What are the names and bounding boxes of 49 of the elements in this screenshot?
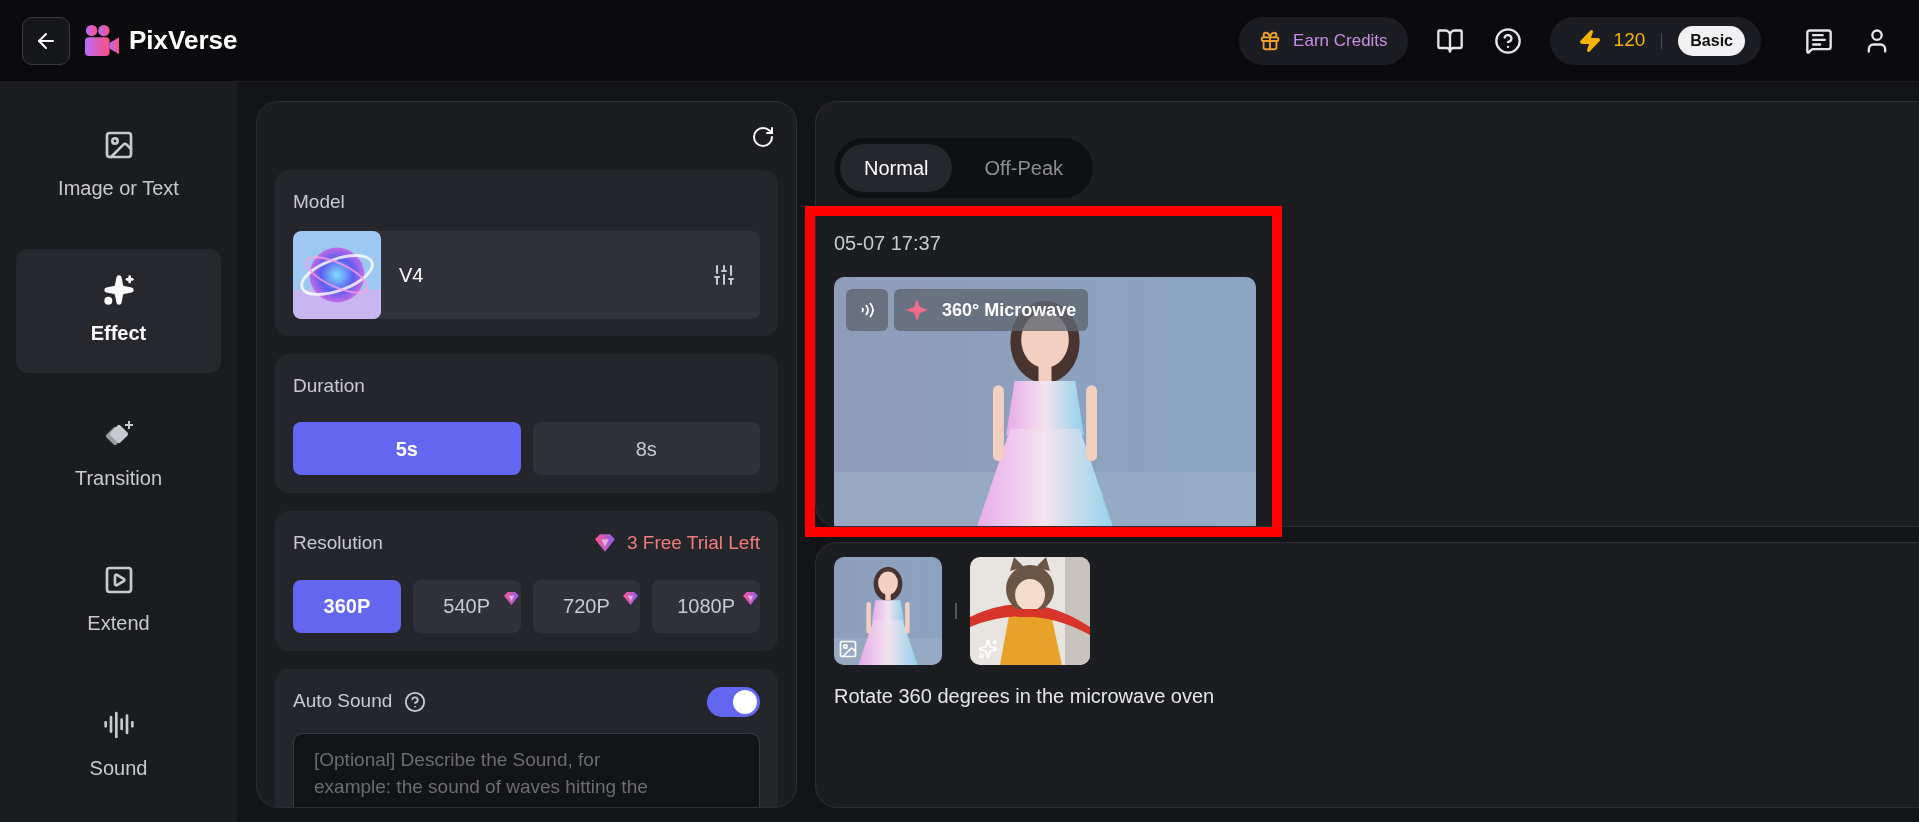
gem-icon	[503, 591, 519, 605]
sidebar-item[interactable]: Extend	[16, 539, 221, 663]
earn-credits-button[interactable]: Earn Credits	[1239, 16, 1408, 65]
sidebar-item[interactable]: Sound	[16, 684, 221, 808]
auto-sound-label: Auto Sound	[293, 689, 393, 714]
free-trial-text: 3 Free Trial Left	[626, 531, 760, 555]
gem-icon	[594, 534, 615, 553]
help-icon	[404, 690, 427, 713]
model-selector[interactable]: V4	[293, 230, 760, 319]
sound-wave-icon	[102, 709, 135, 741]
sliders-icon	[712, 262, 736, 287]
model-label: Model	[293, 190, 346, 214]
sparkle-icon	[102, 274, 135, 306]
duration-label: Duration	[293, 373, 366, 398]
help-icon	[1493, 26, 1522, 55]
auto-sound-toggle[interactable]	[707, 686, 760, 717]
sidebar-item[interactable]: Effect	[16, 249, 221, 373]
credits-pill[interactable]: 120 Basic	[1549, 16, 1761, 65]
feedback-icon	[1805, 26, 1833, 55]
resolution-label: Resolution	[293, 531, 384, 555]
sparkle-icon	[978, 639, 998, 659]
logo-text: PixVerse	[129, 24, 238, 57]
lightning-icon	[1577, 28, 1602, 53]
gem-icon	[623, 591, 639, 605]
camera-logo-icon	[83, 23, 121, 58]
refresh-icon	[751, 125, 775, 149]
generation-date: 05-07 17:37	[834, 231, 942, 256]
plan-badge: Basic	[1678, 25, 1745, 56]
resolution-option[interactable]: 720P	[532, 579, 641, 633]
resolution-option[interactable]: 360P	[293, 579, 401, 633]
sidebar-item[interactable]: Image or Text	[16, 104, 221, 228]
sound-button[interactable]	[846, 289, 888, 331]
duration-option[interactable]: 5s	[293, 422, 521, 475]
back-button[interactable]	[22, 16, 70, 65]
queue-tab[interactable]: Normal	[840, 144, 953, 192]
effect-tag: 360° Microwave	[894, 289, 1089, 331]
sidebar-item[interactable]: Transition	[16, 394, 221, 518]
resolution-option[interactable]: 540P	[412, 579, 521, 633]
book-icon	[1435, 26, 1464, 55]
duration-option[interactable]: 8s	[532, 422, 760, 475]
gift-icon	[1259, 29, 1282, 52]
sparkle-icon	[906, 298, 930, 322]
credits-count: 120	[1613, 28, 1646, 53]
prompt-text: Rotate 360 degrees in the microwave oven	[834, 684, 1216, 709]
gem-icon	[743, 591, 758, 605]
image-icon	[838, 639, 858, 659]
resolution-option[interactable]: 1080P	[652, 579, 760, 633]
sound-description-field[interactable]: [Optional] Describe the Sound, for example: the sound of waves hitting the	[293, 732, 760, 807]
queue-tab[interactable]: Off-Peak	[960, 144, 1087, 192]
